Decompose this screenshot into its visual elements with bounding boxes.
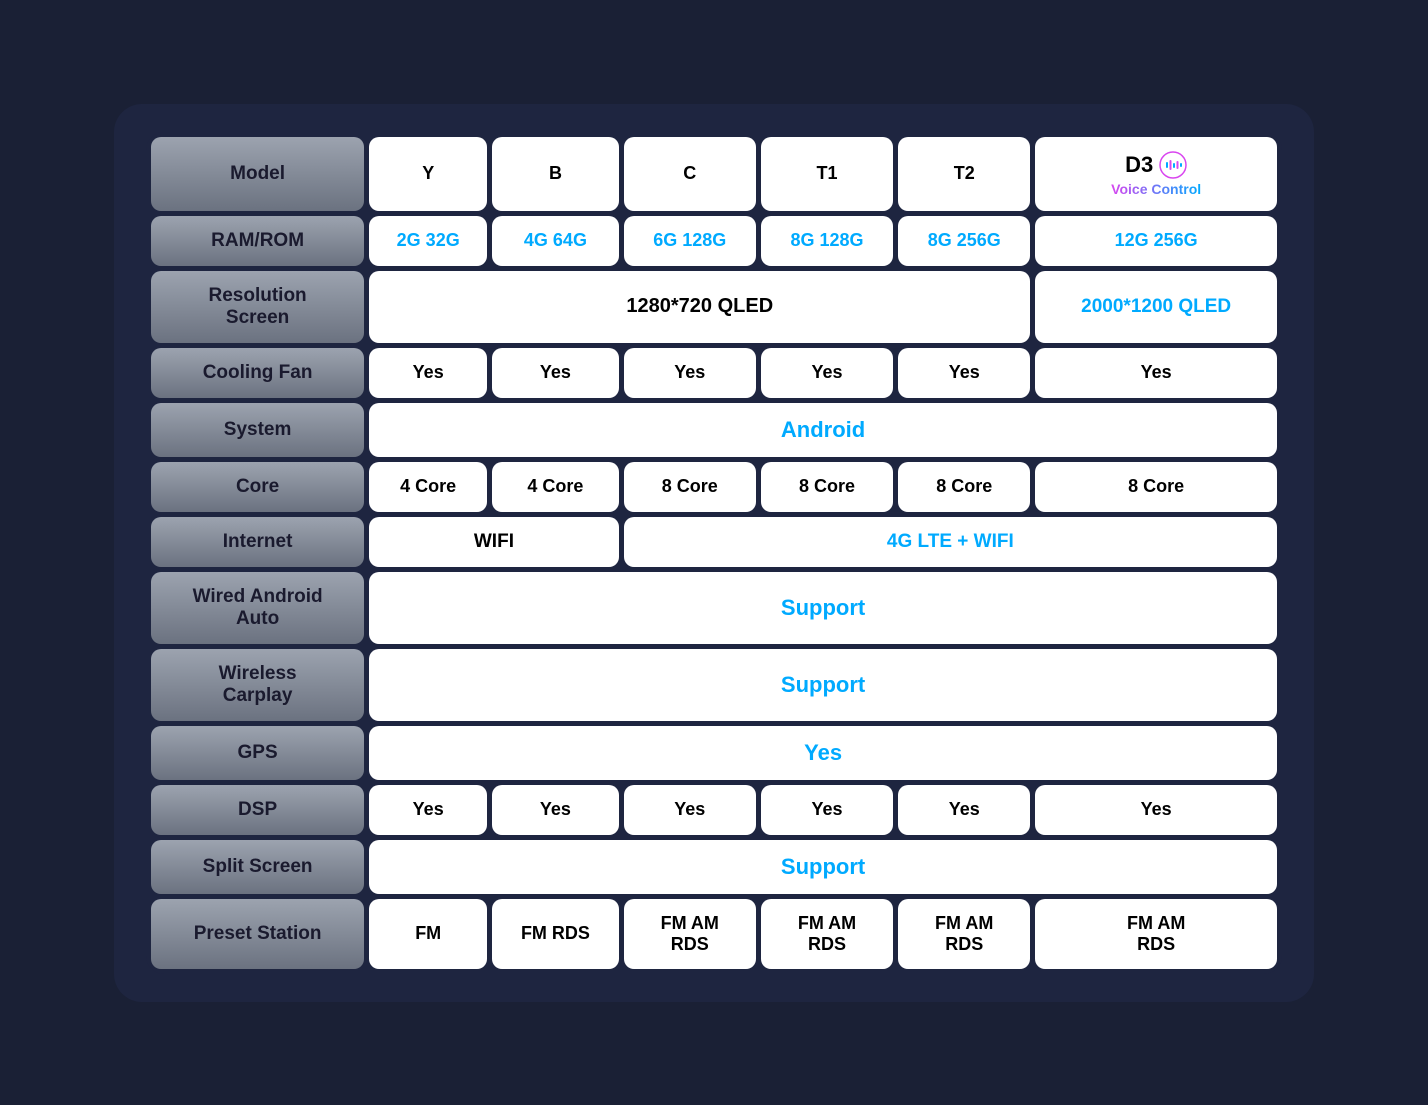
cooling-fan-b: Yes	[492, 348, 618, 398]
voice-control-label: Voice Control	[1111, 181, 1201, 197]
model-row: Model Y B C T1 T2 D3	[151, 137, 1277, 211]
model-b: B	[492, 137, 618, 211]
model-d3: D3 Voice Control	[1035, 137, 1277, 211]
cooling-fan-y: Yes	[369, 348, 487, 398]
dsp-row: DSP Yes Yes Yes Yes Yes Yes	[151, 785, 1277, 835]
system-value: Android	[369, 403, 1277, 457]
preset-station-y: FM	[369, 899, 487, 969]
preset-station-c: FM AM RDS	[624, 899, 756, 969]
ram-rom-c: 6G 128G	[624, 216, 756, 266]
internet-lte: 4G LTE + WIFI	[624, 517, 1277, 567]
preset-station-row: Preset Station FM FM RDS FM AM RDS FM AM…	[151, 899, 1277, 969]
core-b: 4 Core	[492, 462, 618, 512]
internet-wifi: WIFI	[369, 517, 618, 567]
preset-station-d3: FM AM RDS	[1035, 899, 1277, 969]
split-screen-row: Split Screen Support	[151, 840, 1277, 894]
dsp-d3: Yes	[1035, 785, 1277, 835]
ram-rom-t2: 8G 256G	[898, 216, 1030, 266]
wired-android-header: Wired Android Auto	[151, 572, 364, 644]
system-row: System Android	[151, 403, 1277, 457]
ram-rom-y: 2G 32G	[369, 216, 487, 266]
preset-station-t1: FM AM RDS	[761, 899, 893, 969]
gps-row: GPS Yes	[151, 726, 1277, 780]
dsp-t1: Yes	[761, 785, 893, 835]
cooling-fan-c: Yes	[624, 348, 756, 398]
core-c: 8 Core	[624, 462, 756, 512]
d3-label: D3	[1125, 152, 1153, 178]
gps-header: GPS	[151, 726, 364, 780]
wired-android-value: Support	[369, 572, 1277, 644]
preset-station-b: FM RDS	[492, 899, 618, 969]
ram-rom-row: RAM/ROM 2G 32G 4G 64G 6G 128G 8G 128G 8G…	[151, 216, 1277, 266]
resolution-y-to-t2: 1280*720 QLED	[369, 271, 1030, 343]
preset-station-t2: FM AM RDS	[898, 899, 1030, 969]
wireless-carplay-header: Wireless Carplay	[151, 649, 364, 721]
gps-value: Yes	[369, 726, 1277, 780]
dsp-t2: Yes	[898, 785, 1030, 835]
preset-station-header: Preset Station	[151, 899, 364, 969]
wireless-carplay-value: Support	[369, 649, 1277, 721]
comparison-table: Model Y B C T1 T2 D3	[146, 132, 1282, 974]
core-t2: 8 Core	[898, 462, 1030, 512]
resolution-row: Resolution Screen 1280*720 QLED 2000*120…	[151, 271, 1277, 343]
core-t1: 8 Core	[761, 462, 893, 512]
ram-rom-header: RAM/ROM	[151, 216, 364, 266]
wired-android-row: Wired Android Auto Support	[151, 572, 1277, 644]
split-screen-header: Split Screen	[151, 840, 364, 894]
voice-control-icon	[1159, 151, 1187, 179]
cooling-fan-t2: Yes	[898, 348, 1030, 398]
resolution-d3: 2000*1200 QLED	[1035, 271, 1277, 343]
dsp-c: Yes	[624, 785, 756, 835]
internet-row: Internet WIFI 4G LTE + WIFI	[151, 517, 1277, 567]
split-screen-value: Support	[369, 840, 1277, 894]
internet-header: Internet	[151, 517, 364, 567]
ram-rom-t1: 8G 128G	[761, 216, 893, 266]
core-row: Core 4 Core 4 Core 8 Core 8 Core 8 Core …	[151, 462, 1277, 512]
dsp-b: Yes	[492, 785, 618, 835]
dsp-y: Yes	[369, 785, 487, 835]
cooling-fan-t1: Yes	[761, 348, 893, 398]
outer-container: Model Y B C T1 T2 D3	[114, 104, 1314, 1002]
model-y: Y	[369, 137, 487, 211]
core-y: 4 Core	[369, 462, 487, 512]
model-t2: T2	[898, 137, 1030, 211]
core-d3: 8 Core	[1035, 462, 1277, 512]
comparison-table-wrapper: Model Y B C T1 T2 D3	[146, 132, 1282, 974]
model-c: C	[624, 137, 756, 211]
cooling-fan-d3: Yes	[1035, 348, 1277, 398]
wireless-carplay-row: Wireless Carplay Support	[151, 649, 1277, 721]
dsp-header: DSP	[151, 785, 364, 835]
ram-rom-b: 4G 64G	[492, 216, 618, 266]
cooling-fan-header: Cooling Fan	[151, 348, 364, 398]
system-header: System	[151, 403, 364, 457]
model-header: Model	[151, 137, 364, 211]
cooling-fan-row: Cooling Fan Yes Yes Yes Yes Yes Yes	[151, 348, 1277, 398]
ram-rom-d3: 12G 256G	[1035, 216, 1277, 266]
model-t1: T1	[761, 137, 893, 211]
core-header: Core	[151, 462, 364, 512]
resolution-header: Resolution Screen	[151, 271, 364, 343]
